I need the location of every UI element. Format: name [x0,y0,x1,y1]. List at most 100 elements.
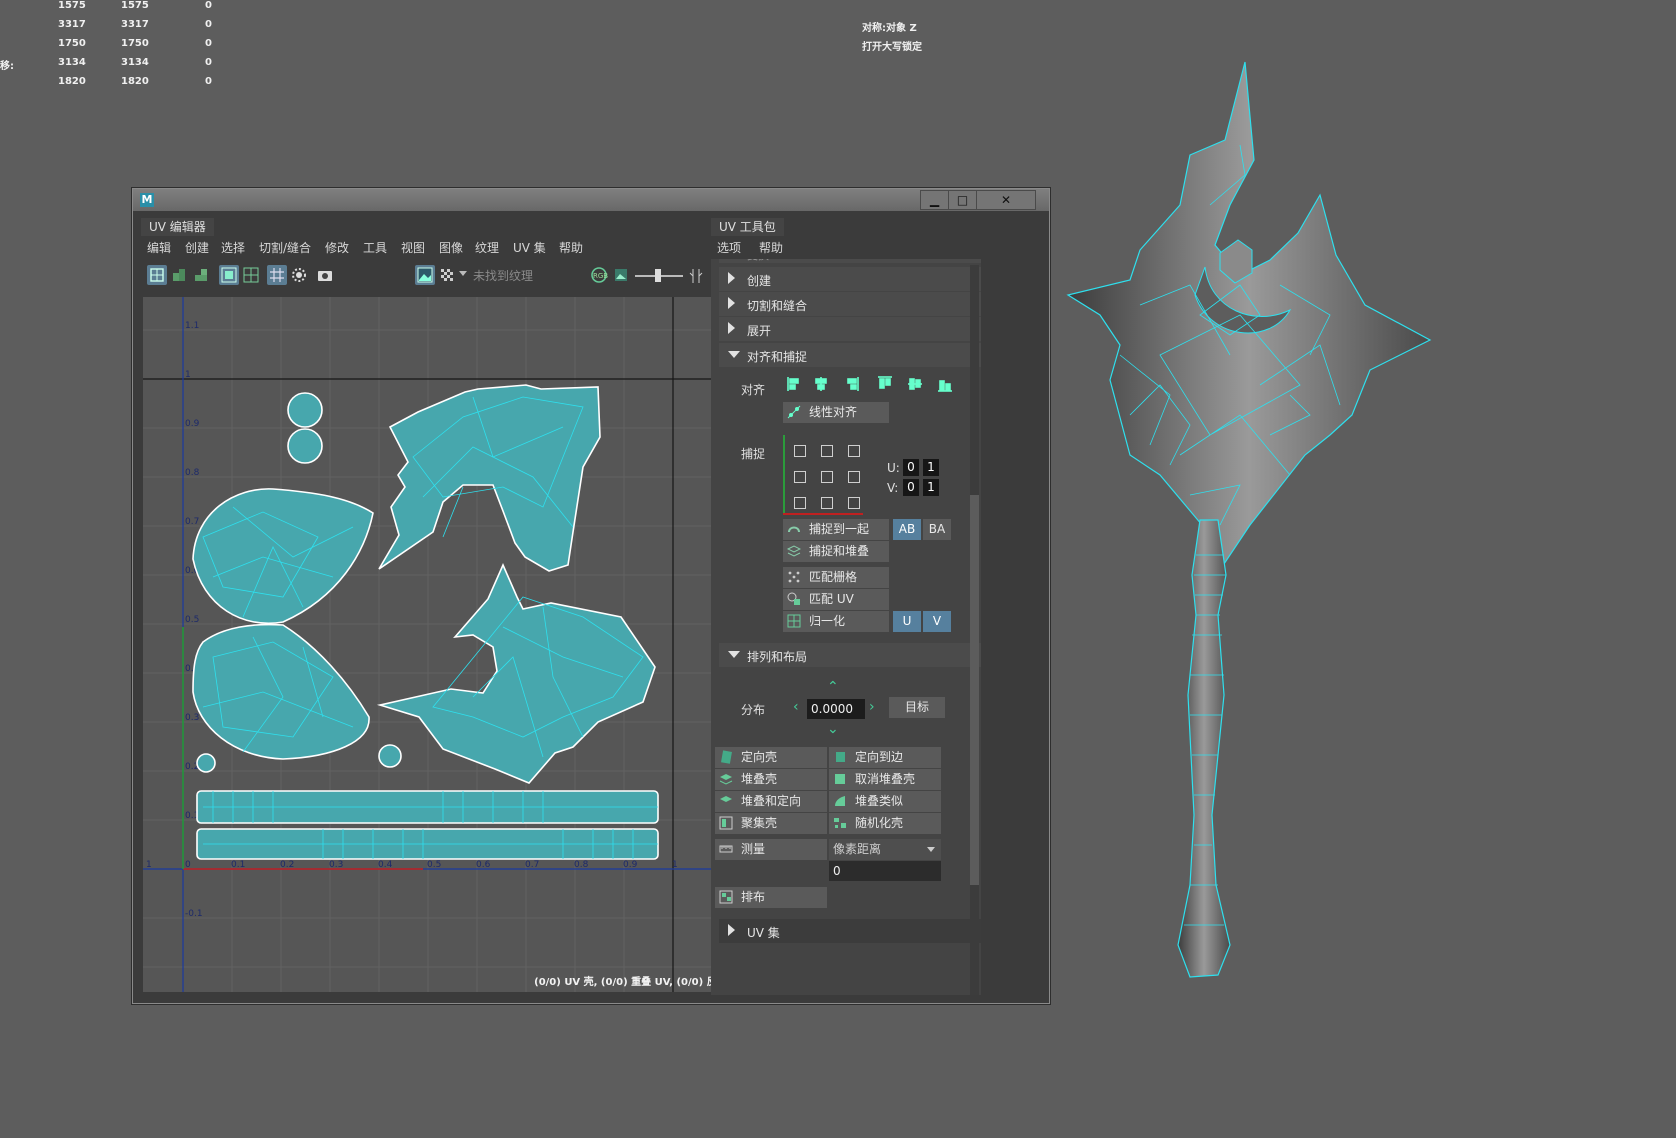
uv-shell[interactable] [192,623,370,760]
uv-shell[interactable] [378,744,402,768]
snap-cell-checkbox[interactable] [821,497,833,509]
snapshot-camera-icon[interactable] [315,265,335,285]
menu-toolkit-help[interactable]: 帮助 [759,239,783,256]
menu-image[interactable]: 图像 [439,239,463,256]
menu-select[interactable]: 选择 [221,239,245,256]
stack-similar-icon [833,794,847,808]
uv-shells[interactable] [192,384,659,860]
hud-value: 1750 [121,38,149,49]
snap-ab-button[interactable]: AB [893,519,921,540]
uv-editor-tab[interactable]: UV 编辑器 [141,218,214,236]
menu-options[interactable]: 选项 [717,239,741,256]
shell-mode-icon[interactable] [241,265,261,285]
gather-shells-button[interactable]: 聚集壳 [715,813,827,834]
menu-cut-sew[interactable]: 切割/缝合 [259,239,311,256]
measure-value-field[interactable]: 0 [829,861,941,881]
toolbar-overflow-icon[interactable] [689,267,705,285]
section-cut-sew[interactable]: 切割和缝合 [719,292,981,316]
uv-shell[interactable] [378,384,601,572]
measure-button[interactable]: 测量 [715,839,827,860]
mace-3d-model[interactable] [1040,55,1440,1015]
stack-similar-button[interactable]: 堆叠类似 [829,791,941,812]
uv-shell[interactable] [287,428,323,464]
uv-editor-window[interactable]: M ▁ □ ✕ UV 编辑器 编辑 创建 选择 切割/缝合 修改 工具 视图 图… [132,188,1050,1004]
section-uv-sets[interactable]: UV 集 [719,919,981,943]
section-unfold[interactable]: 展开 [719,317,981,341]
grid-toggle-icon[interactable] [267,265,287,285]
target-button[interactable]: 目标 [889,697,945,718]
uv-mode-icon[interactable] [219,265,239,285]
snap-together-button[interactable]: 捕捉到一起 [783,519,889,540]
snap-cell-checkbox[interactable] [794,471,806,483]
soft-select-icon[interactable] [289,265,309,285]
menu-edit[interactable]: 编辑 [147,239,171,256]
uv-shell[interactable] [192,488,374,624]
vertex-mode-icon[interactable] [147,265,167,285]
v-max-field[interactable]: 1 [923,479,939,496]
menu-help[interactable]: 帮助 [559,239,583,256]
snap-cell-checkbox[interactable] [794,497,806,509]
snap-cell-checkbox[interactable] [821,471,833,483]
close-button[interactable]: ✕ [976,190,1036,210]
minimize-button[interactable]: ▁ [920,190,949,210]
u-min-field[interactable]: 0 [903,459,919,476]
left-arrow-icon[interactable]: ‹ [793,699,799,715]
hud-value: 1820 [58,76,86,87]
randomize-shells-button[interactable]: 随机化壳 [829,813,941,834]
image-display-icon[interactable] [415,265,435,285]
orient-shells-button[interactable]: 定向壳 [715,747,827,768]
up-arrow-icon[interactable]: ⌃ [827,679,839,695]
section-create[interactable]: 创建 [719,267,981,291]
distribute-value-field[interactable]: 0.0000 [807,699,865,719]
orient-to-edges-button[interactable]: 定向到边 [829,747,941,768]
menu-texture[interactable]: 纹理 [475,239,499,256]
section-arrange-layout[interactable]: 排列和布局 [719,643,981,667]
toolkit-scrollbar[interactable] [970,265,979,995]
titlebar[interactable]: M ▁ □ ✕ [133,189,1049,211]
uv-shell[interactable] [287,392,323,428]
texture-dropdown-icon[interactable] [459,271,467,276]
menu-tools[interactable]: 工具 [363,239,387,256]
stack-shells-button[interactable]: 堆叠壳 [715,769,827,790]
menu-modify[interactable]: 修改 [325,239,349,256]
edge-mode-icon[interactable] [169,265,189,285]
right-arrow-icon[interactable]: › [869,699,875,715]
linear-align-button[interactable]: 线性对齐 [783,402,889,423]
match-grid-button[interactable]: 匹配栅格 [783,567,889,588]
image-ratio-icon[interactable] [611,265,631,285]
v-min-field[interactable]: 0 [903,479,919,496]
menu-create[interactable]: 创建 [185,239,209,256]
u-max-field[interactable]: 1 [923,459,939,476]
menu-uv-set[interactable]: UV 集 [513,239,546,256]
face-mode-icon[interactable] [191,265,211,285]
snap-cell-checkbox[interactable] [821,445,833,457]
snap-ba-button[interactable]: BA [923,519,951,540]
normalize-button[interactable]: 归一化 [783,611,889,632]
stack-and-orient-button[interactable]: 堆叠和定向 [715,791,827,812]
snap-stack-button[interactable]: 捕捉和堆叠 [783,541,889,562]
rgb-channel-icon[interactable]: RGB [589,265,609,285]
snap-cell-checkbox[interactable] [848,497,860,509]
snap-cell-checkbox[interactable] [794,445,806,457]
normalize-v-button[interactable]: V [923,611,951,632]
checker-icon[interactable] [437,265,457,285]
section-transform[interactable]: 变换 [719,259,981,263]
exposure-slider-handle[interactable] [655,269,661,282]
texture-selector[interactable]: 未找到纹理 [473,267,583,285]
uv-viewport[interactable]: 0.1 0.2 0.3 0.4 0.5 0.6 0.7 0.8 0.9 1 1.… [143,297,752,992]
snap-cell-checkbox[interactable] [848,445,860,457]
measure-mode-select[interactable]: 像素距离 [829,839,941,860]
normalize-u-button[interactable]: U [893,611,921,632]
down-arrow-icon[interactable]: ⌃ [827,719,839,735]
maximize-button[interactable]: □ [948,190,977,210]
layout-button[interactable]: 排布 [715,887,827,908]
uv-shell[interactable] [196,753,216,773]
section-align-snap[interactable]: 对齐和捕捉 [719,343,981,367]
uv-toolkit-tab[interactable]: UV 工具包 [711,218,784,236]
snap-cell-checkbox[interactable] [848,471,860,483]
scrollbar-thumb[interactable] [970,495,979,885]
unstack-shells-button[interactable]: 取消堆叠壳 [829,769,941,790]
hud-value: 3317 [58,19,86,30]
match-uv-button[interactable]: 匹配 UV [783,589,889,610]
menu-view[interactable]: 视图 [401,239,425,256]
